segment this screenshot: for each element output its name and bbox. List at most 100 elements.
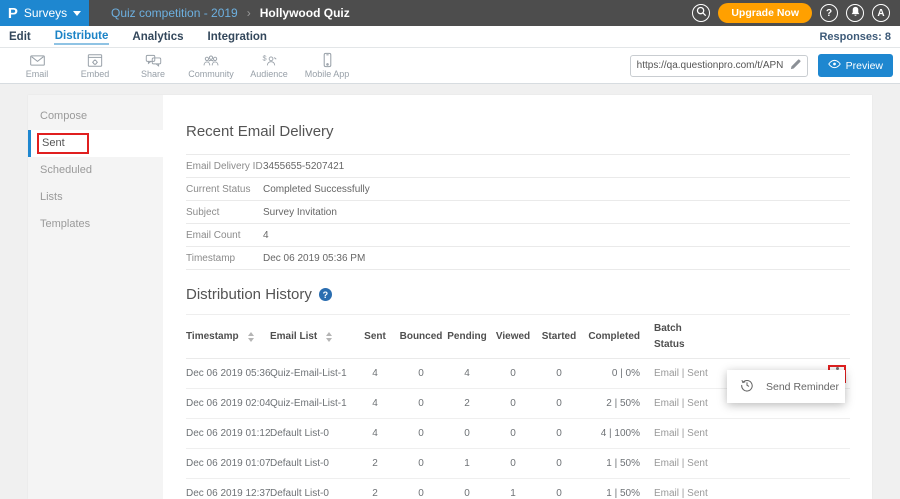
column-label: Sent	[364, 331, 386, 342]
field-label: Subject	[186, 207, 263, 218]
cell-viewed: 0	[490, 428, 536, 439]
channel-email[interactable]: Email	[8, 53, 66, 79]
preview-button[interactable]: Preview	[818, 54, 893, 77]
workspace-label: Surveys	[24, 6, 67, 20]
channel-label: Audience	[250, 69, 288, 79]
cell-timestamp: Dec 06 2019 01:07 PM	[186, 458, 270, 469]
sidebar-item-sent[interactable]: Sent	[28, 130, 163, 157]
responses-count[interactable]: Responses: 8	[819, 31, 900, 43]
field-value: Dec 06 2019 05:36 PM	[263, 253, 365, 264]
channel-label: Community	[188, 69, 234, 79]
cell-sent: 2	[352, 488, 398, 499]
cell-email-list: Quiz-Email-List-1	[270, 368, 352, 379]
audience-icon: $	[260, 53, 278, 68]
sidebar-item-lists[interactable]: Lists	[28, 184, 163, 211]
sidebar-item-compose[interactable]: Compose	[28, 103, 163, 130]
cell-email-list: Default List-0	[270, 428, 352, 439]
channel-label: Embed	[81, 69, 110, 79]
eye-icon	[828, 59, 841, 72]
breadcrumb: Quiz competition - 2019 › Hollywood Quiz	[89, 0, 350, 26]
community-icon	[202, 53, 220, 68]
email-icon	[29, 53, 46, 68]
cell-started: 0	[536, 398, 582, 409]
field-value: 4	[263, 230, 269, 241]
delivery-field-row: Current StatusCompleted Successfully	[186, 178, 850, 201]
distribution-history-title: Distribution History	[186, 286, 312, 303]
tab-edit[interactable]: Edit	[8, 29, 32, 44]
channel-share[interactable]: Share	[124, 53, 182, 79]
tab-distribute[interactable]: Distribute	[54, 28, 110, 45]
sidebar-item-scheduled[interactable]: Scheduled	[28, 157, 163, 184]
cell-sent: 4	[352, 428, 398, 439]
bell-icon	[850, 6, 861, 20]
column-header-completed: Completed	[582, 331, 640, 342]
cell-batch-status: Email | Sent	[640, 458, 744, 469]
notifications-button[interactable]	[846, 4, 864, 22]
column-label: Started	[542, 331, 576, 342]
cell-viewed: 0	[490, 398, 536, 409]
breadcrumb-parent[interactable]: Quiz competition - 2019	[111, 6, 238, 20]
tab-integration[interactable]: Integration	[207, 29, 268, 44]
distribute-toolbar: Email Embed Share Community $ Audience M…	[0, 48, 900, 84]
sidebar-item-label: Scheduled	[40, 164, 92, 176]
help-button[interactable]: ?	[820, 4, 838, 22]
sent-main-content: Recent Email Delivery Email Delivery ID3…	[163, 95, 872, 499]
channel-audience[interactable]: $ Audience	[240, 53, 298, 79]
cell-bounced: 0	[398, 488, 444, 499]
sort-icon[interactable]	[248, 332, 254, 342]
column-label: Timestamp	[186, 331, 239, 342]
column-header-email-list[interactable]: Email List	[270, 331, 352, 342]
row-actions-context-menu: Send Reminder	[727, 370, 845, 403]
cell-timestamp: Dec 06 2019 02:04 PM	[186, 398, 270, 409]
avatar[interactable]: A	[872, 4, 890, 22]
cell-started: 0	[536, 428, 582, 439]
cell-completed: 1 | 50%	[582, 458, 640, 469]
sidebar-item-templates[interactable]: Templates	[28, 211, 163, 238]
field-label: Current Status	[186, 184, 263, 195]
sort-icon[interactable]	[326, 332, 332, 342]
channel-community[interactable]: Community	[182, 53, 240, 79]
cell-batch-status: Email | Sent	[640, 428, 744, 439]
cell-completed: 1 | 50%	[582, 488, 640, 499]
channel-embed[interactable]: Embed	[66, 53, 124, 79]
svg-text:$: $	[262, 53, 266, 62]
delivery-field-row: SubjectSurvey Invitation	[186, 201, 850, 224]
cell-completed: 2 | 50%	[582, 398, 640, 409]
upgrade-now-button[interactable]: Upgrade Now	[718, 3, 812, 23]
cell-sent: 4	[352, 398, 398, 409]
app-menu[interactable]: P Surveys	[0, 0, 89, 26]
edit-url-button[interactable]	[785, 56, 807, 76]
cell-completed: 4 | 100%	[582, 428, 640, 439]
breadcrumb-separator-icon: ›	[247, 6, 251, 20]
cell-started: 0	[536, 458, 582, 469]
recent-email-table: Email Delivery ID3455655-5207421Current …	[186, 154, 850, 270]
cell-started: 0	[536, 368, 582, 379]
tab-analytics[interactable]: Analytics	[131, 29, 184, 44]
cell-bounced: 0	[398, 398, 444, 409]
header-actions: Upgrade Now ? A	[692, 0, 900, 26]
recent-email-delivery-title: Recent Email Delivery	[186, 123, 850, 140]
column-label: Batch Status	[654, 321, 696, 353]
survey-url-input[interactable]	[631, 60, 785, 71]
field-label: Timestamp	[186, 253, 263, 264]
column-header-timestamp[interactable]: Timestamp	[186, 331, 270, 342]
share-icon	[145, 53, 162, 68]
cell-viewed: 0	[490, 458, 536, 469]
channel-mobile-app[interactable]: Mobile App	[298, 52, 356, 79]
cell-batch-status: Email | Sent	[640, 488, 744, 499]
cell-viewed: 1	[490, 488, 536, 499]
send-reminder-menu-item[interactable]: Send Reminder	[727, 370, 845, 403]
column-label: Pending	[447, 331, 486, 342]
embed-icon	[87, 53, 103, 68]
cell-sent: 4	[352, 368, 398, 379]
distribution-table-header: TimestampEmail ListSentBouncedPendingVie…	[186, 315, 850, 359]
top-header-bar: P Surveys Quiz competition - 2019 › Holl…	[0, 0, 900, 26]
channel-label: Share	[141, 69, 165, 79]
sidebar-item-label: Sent	[37, 133, 89, 154]
column-header-sent: Sent	[352, 331, 398, 342]
questionpro-logo-icon: P	[8, 6, 18, 21]
help-icon[interactable]: ?	[319, 288, 332, 301]
search-button[interactable]	[692, 4, 710, 22]
column-label: Completed	[588, 331, 640, 342]
breadcrumb-current: Hollywood Quiz	[260, 6, 350, 20]
